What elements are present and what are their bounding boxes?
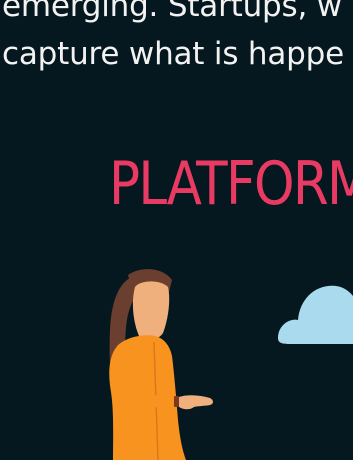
woman-figure: [109, 269, 213, 460]
platform-illustration: [109, 269, 353, 460]
hand: [179, 395, 213, 410]
bracelet: [174, 396, 179, 407]
cloud-icon: [278, 285, 353, 344]
